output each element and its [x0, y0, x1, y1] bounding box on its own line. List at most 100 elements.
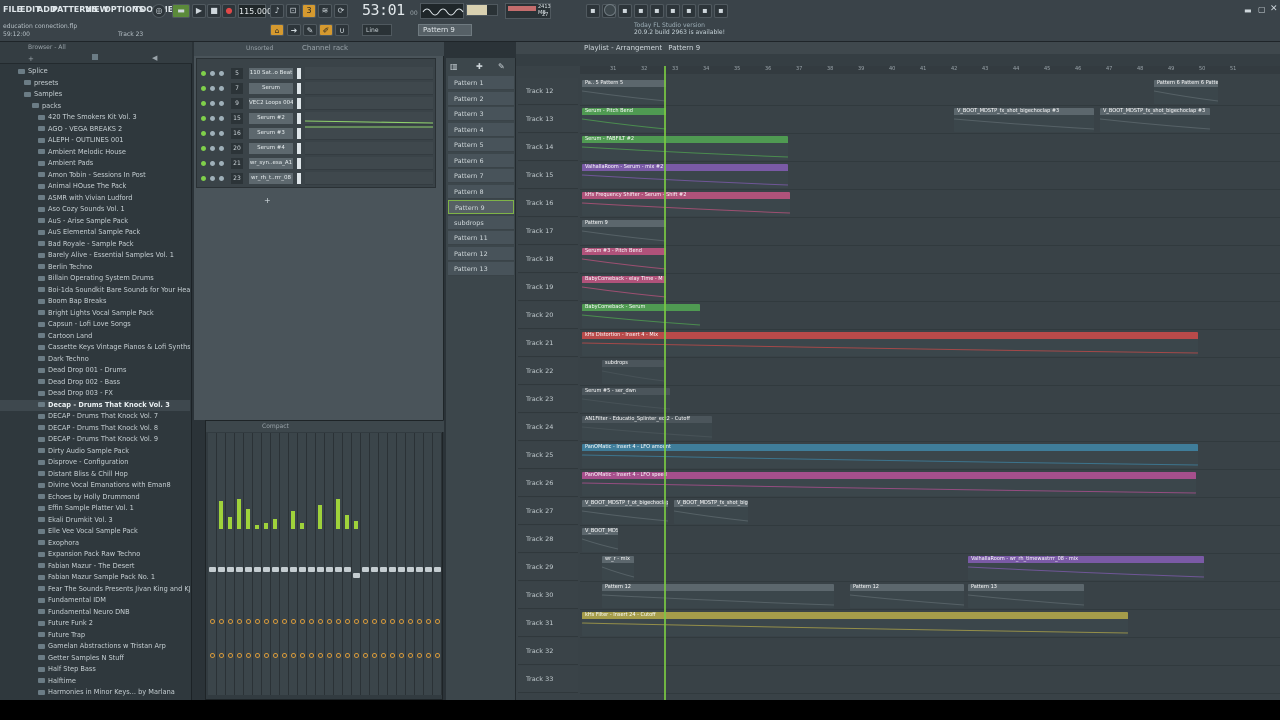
arrow-icon[interactable]: ➜ — [287, 24, 301, 36]
mixer-pan-knob[interactable] — [417, 653, 422, 658]
channel-vol-icon[interactable] — [219, 86, 224, 91]
mixer-fader[interactable] — [416, 567, 423, 572]
browser-item[interactable]: Boom Bap Breaks — [0, 296, 190, 308]
browser-item[interactable]: Divine Vocal Emanations with Eman8 — [0, 480, 190, 492]
loop-record-icon[interactable]: ⟳ — [334, 4, 348, 18]
record-settings-icon[interactable]: ◎ — [152, 4, 166, 18]
mixer-send-knob[interactable] — [435, 619, 440, 624]
browser-item[interactable]: Berlin Techno — [0, 262, 190, 274]
mixer-send-knob[interactable] — [381, 619, 386, 624]
browser-item[interactable]: ALEPH - OUTLINES 001 — [0, 135, 190, 147]
browser-item[interactable]: Fabian Mazur - The Desert — [0, 561, 190, 573]
pattern-item[interactable]: Pattern 11 — [448, 231, 514, 245]
channel-pan-icon[interactable] — [210, 86, 215, 91]
channel-pan-icon[interactable] — [210, 116, 215, 121]
browser-item[interactable]: Getter Samples N Stuff — [0, 653, 190, 665]
mixer-pan-knob[interactable] — [264, 653, 269, 658]
track-lane[interactable]: kHs Filter - Insert 24 - Cutoff — [580, 610, 1280, 638]
pattern-song-toggle[interactable]: ▬ — [172, 4, 190, 18]
channel-name-button[interactable]: wr_rh_t..rrr_08 — [249, 173, 293, 184]
channel-vol-icon[interactable] — [219, 71, 224, 76]
track-lane[interactable]: kHs Distortion - Insert 4 - Mix — [580, 330, 1280, 358]
browser-item[interactable]: Capsun - Lofi Love Songs — [0, 319, 190, 331]
mixer-send-knob[interactable] — [228, 619, 233, 624]
track-lane[interactable]: Serum - Pitch Bend V_BOOT_MDSTP_fx_shot_b… — [580, 106, 1280, 134]
pattern-item[interactable]: Pattern 4 — [448, 122, 514, 137]
browser-item[interactable]: Barely Alive - Essential Samples Vol. 1 — [0, 250, 190, 262]
mixer-pan-knob[interactable] — [228, 653, 233, 658]
maximize-icon[interactable]: ▢ — [1258, 5, 1266, 14]
channel-pan-icon[interactable] — [210, 131, 215, 136]
channel-name-button[interactable]: Serum #2 — [249, 113, 293, 124]
mixer-pan-knob[interactable] — [435, 653, 440, 658]
mixer-fader[interactable] — [227, 567, 234, 572]
channel-rack-view-icon[interactable]: ▪ — [618, 4, 632, 18]
metronome-icon[interactable]: ♪ — [270, 4, 284, 18]
mixer-pan-knob[interactable] — [219, 653, 224, 658]
track-header[interactable]: Track 13 — [518, 106, 578, 133]
mixer-strip[interactable] — [343, 433, 352, 695]
playlist-view-icon[interactable]: ▪ — [586, 4, 600, 18]
browser-item[interactable]: Future Trap — [0, 630, 190, 642]
channel-led-icon[interactable] — [201, 161, 206, 166]
playlist-clip[interactable]: Pattern 12 — [850, 584, 964, 608]
add-channel-button[interactable]: + — [264, 196, 271, 205]
mixer-send-knob[interactable] — [318, 619, 323, 624]
mixer-strip[interactable] — [262, 433, 271, 695]
playlist-clip[interactable]: V_BOOT_MDSTP_fx_shot_bigechoclap #3 — [954, 108, 1094, 132]
mixer-fader[interactable] — [308, 567, 315, 572]
mixer-send-knob[interactable] — [426, 619, 431, 624]
mixer-strip[interactable] — [280, 433, 289, 695]
channel-vol-icon[interactable] — [219, 131, 224, 136]
browser-item[interactable]: Disprove - Configuration — [0, 457, 190, 469]
track-lane[interactable]: BabyComeback - elay Time - M — [580, 274, 1280, 302]
mixer-pan-knob[interactable] — [354, 653, 359, 658]
channel-pan-icon[interactable] — [210, 146, 215, 151]
tempo-display[interactable]: 115.000 — [238, 4, 272, 18]
pattern-item[interactable]: Pattern 6 — [448, 153, 514, 168]
channel-mixer-track[interactable]: 16 — [231, 128, 243, 139]
track-header[interactable]: Track 20 — [518, 302, 578, 329]
picker-edit-icon[interactable]: ✎ — [498, 62, 505, 71]
track-lane[interactable]: Pa.. 5 Pattern 5 Pattern 6 Pattern 6 Patt… — [580, 78, 1280, 106]
mixer-fader[interactable] — [290, 567, 297, 572]
mixer-strip[interactable] — [325, 433, 334, 695]
mixer-pan-knob[interactable] — [246, 653, 251, 658]
picker-pattern-icon[interactable]: ▥ — [450, 62, 458, 71]
channel-mixer-track[interactable]: 7 — [231, 83, 243, 94]
track-header[interactable]: Track 14 — [518, 134, 578, 161]
browser-item[interactable]: DECAP - Drums That Knock Vol. 7 — [0, 411, 190, 423]
track-lane[interactable]: wr_r - mix ValhallaRoom - wr_rh_timewastr… — [580, 554, 1280, 582]
magnet-icon[interactable]: ∪ — [335, 24, 349, 36]
browser-item[interactable]: Fabian Mazur Sample Pack No. 1 — [0, 572, 190, 584]
track-header[interactable]: Track 16 — [518, 190, 578, 217]
pattern-item[interactable]: Pattern 12 — [448, 246, 514, 261]
browser-item[interactable]: AuS Elemental Sample Pack — [0, 227, 190, 239]
mixer-send-knob[interactable] — [291, 619, 296, 624]
mixer-view-icon[interactable]: ⌂ — [270, 24, 284, 36]
mixer-pan-knob[interactable] — [273, 653, 278, 658]
channel-select-indicator[interactable] — [297, 158, 301, 169]
mixer-strip[interactable] — [244, 433, 253, 695]
blend-notes-icon[interactable]: ≋ — [318, 4, 332, 18]
mixer-strip[interactable] — [424, 433, 433, 695]
track-lane[interactable] — [580, 666, 1280, 694]
mixer-strip[interactable] — [334, 433, 343, 695]
mixer-pan-knob[interactable] — [318, 653, 323, 658]
track-lane[interactable]: kHs Frequency Shifter - Serum - Shift #2 — [580, 190, 1280, 218]
mixer-strip[interactable] — [208, 433, 217, 695]
mixer-strip[interactable] — [298, 433, 307, 695]
track-lane[interactable]: ValhallaRoom - Serum - mix #2 — [580, 162, 1280, 190]
mixer-fader[interactable] — [434, 567, 441, 572]
mixer-strip[interactable] — [307, 433, 316, 695]
help-view-icon[interactable]: ▪ — [714, 4, 728, 18]
channel-name-button[interactable]: VEC2 Loops 004 — [249, 98, 293, 109]
browser-item[interactable]: Billain Operating System Drums — [0, 273, 190, 285]
pattern-item[interactable]: subdrops — [448, 215, 514, 230]
browser-back-icon[interactable]: ◀ — [152, 54, 157, 62]
track-header[interactable]: Track 32 — [518, 638, 578, 665]
mixer-pan-knob[interactable] — [210, 653, 215, 658]
mixer-pan-knob[interactable] — [363, 653, 368, 658]
channel-vol-icon[interactable] — [219, 176, 224, 181]
browser-item[interactable]: Ambient Pads — [0, 158, 190, 170]
